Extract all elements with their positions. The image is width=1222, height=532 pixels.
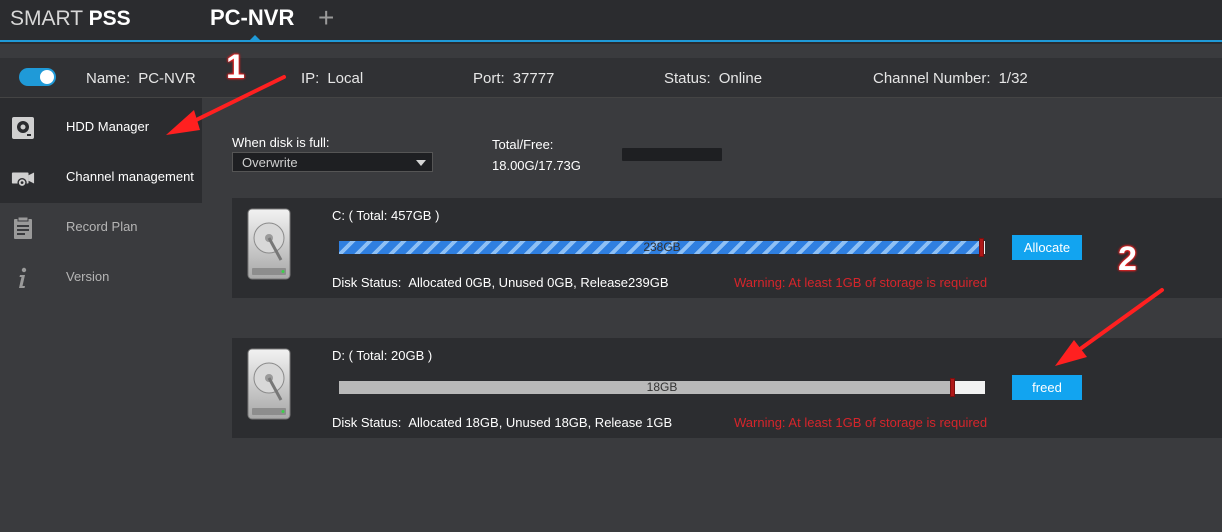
device-channel-number: Channel Number: 1/32 [873,70,1028,87]
sidebar-item-channel-management[interactable]: Channel management [0,153,202,203]
annotation-step-1: 1 [226,48,245,86]
sidebar-item-label: HDD Manager [66,119,150,134]
annotation-step-2: 2 [1118,240,1137,278]
device-ip-value: Local [327,70,364,87]
sidebar-item-label: Record Plan [66,219,138,234]
when-disk-full-select[interactable]: Overwrite [232,152,433,172]
device-ip: IP: Local [301,70,363,87]
channel-number-label: Channel Number: [873,70,991,87]
sidebar-item-label: Channel management [66,169,194,184]
total-free-label: Total/Free: [492,137,554,152]
top-bar: SMART PSS PC-NVR + [0,0,1222,44]
total-free-value: 18.00G/17.73G [492,158,581,173]
add-tab-button[interactable]: + [318,4,334,32]
disk-status: Disk Status: Allocated 18GB, Unused 18GB,… [332,415,672,430]
device-ip-label: IP: [301,70,320,87]
disk-status: Disk Status: Allocated 0GB, Unused 0GB, R… [332,275,669,290]
app-logo: SMART PSS [10,7,131,31]
divider [0,44,1222,58]
freed-button[interactable]: freed [1012,375,1082,400]
sidebar-item-record-plan[interactable]: Record Plan [0,203,202,253]
brand-prefix: SMART [10,7,83,30]
camera-gear-icon [11,172,35,188]
disk-usage-text: 238GB [643,240,681,254]
disk-title: D: ( Total: 20GB ) [332,348,433,363]
total-free-bar [622,148,722,161]
when-disk-full-label: When disk is full: [232,135,330,150]
hdd-icon [12,117,34,139]
info-icon [19,267,27,288]
channel-number-value: 1/32 [998,70,1028,87]
hard-drive-icon [247,208,291,280]
active-tab-indicator [250,35,260,40]
device-name-label: Name: [86,70,131,87]
disk-usage-bar: 238GB [339,238,985,257]
hard-drive-icon [247,348,291,420]
device-name: Name: PC-NVR [86,70,196,87]
sidebar-item-label: Version [66,269,110,284]
disk-usage-text: 18GB [646,380,678,394]
clipboard-icon [14,216,32,239]
when-disk-full-value: Overwrite [242,155,298,170]
disk-usage-bar: 18GB [339,378,985,397]
device-name-value: PC-NVR [138,70,196,87]
device-info-bar: Name: PC-NVR IP: Local Port: 37777 Status: O… [0,58,1222,98]
tab-pc-nvr[interactable]: PC-NVR [210,5,294,31]
hdd-manager-panel: When disk is full: Overwrite Total/Free:… [202,98,1222,532]
storage-warning: Warning: At least 1GB of storage is requ… [734,275,988,290]
tab-underline [0,40,1222,42]
allocation-slider-handle[interactable] [978,238,984,257]
device-port-label: Port: [473,70,505,87]
device-status: Status: Online [664,70,762,87]
device-port: Port: 37777 [473,70,554,87]
device-enable-toggle[interactable] [19,68,56,86]
disk-status-label: Disk Status: [332,275,402,290]
disk-card-d: D: ( Total: 20GB ) 18GB freed Disk Statu… [232,338,1222,438]
disk-card-c: C: ( Total: 457GB ) 238GB Allocate Disk … [232,198,1222,298]
storage-warning: Warning: At least 1GB of storage is requ… [734,415,988,430]
device-port-value: 37777 [512,70,555,87]
chevron-down-icon [416,160,426,166]
allocation-slider-handle[interactable] [949,378,955,397]
disk-status-label: Disk Status: [332,415,402,430]
sidebar-item-version[interactable]: Version [0,253,202,303]
brand-suffix: PSS [88,7,131,30]
sidebar-item-hdd-manager[interactable]: HDD Manager [0,103,202,153]
disk-status-value: Allocated 0GB, Unused 0GB, Release239GB [408,275,669,290]
allocate-button[interactable]: Allocate [1012,235,1082,260]
disk-status-value: Allocated 18GB, Unused 18GB, Release 1GB [408,415,673,430]
device-status-value: Online [718,70,763,87]
sidebar: HDD Manager Channel management Record Pl… [0,98,202,532]
device-status-label: Status: [664,70,711,87]
disk-title: C: ( Total: 457GB ) [332,208,440,223]
